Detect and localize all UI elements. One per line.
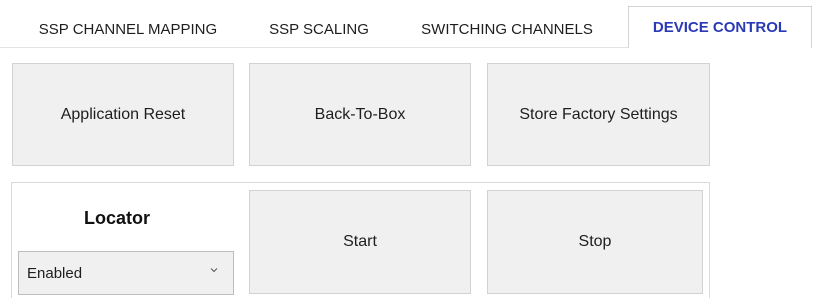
locator-mode-value: Enabled xyxy=(27,264,83,282)
tab-divider xyxy=(0,47,628,48)
locator-title: Locator xyxy=(83,208,150,228)
application-reset-button[interactable]: Application Reset xyxy=(12,63,234,166)
tab-strip: SSP CHANNEL MAPPING SSP SCALING SWITCHIN… xyxy=(0,0,814,48)
device-control-panel: SSP CHANNEL MAPPING SSP SCALING SWITCHIN… xyxy=(0,0,814,298)
back-to-box-button[interactable]: Back-To-Box xyxy=(249,63,471,166)
locator-mode-select[interactable]: Enabled xyxy=(18,251,234,295)
locator-stop-button[interactable]: Stop xyxy=(487,190,703,294)
store-factory-settings-button[interactable]: Store Factory Settings xyxy=(487,63,710,166)
tab-ssp-channel-mapping[interactable]: SSP CHANNEL MAPPING xyxy=(14,10,242,48)
tab-device-control[interactable]: DEVICE CONTROL xyxy=(628,6,812,48)
tab-ssp-scaling[interactable]: SSP SCALING xyxy=(256,10,382,48)
tab-switching-channels[interactable]: SWITCHING CHANNELS xyxy=(396,10,618,48)
chevron-down-icon xyxy=(210,268,218,273)
locator-start-button[interactable]: Start xyxy=(249,190,471,294)
